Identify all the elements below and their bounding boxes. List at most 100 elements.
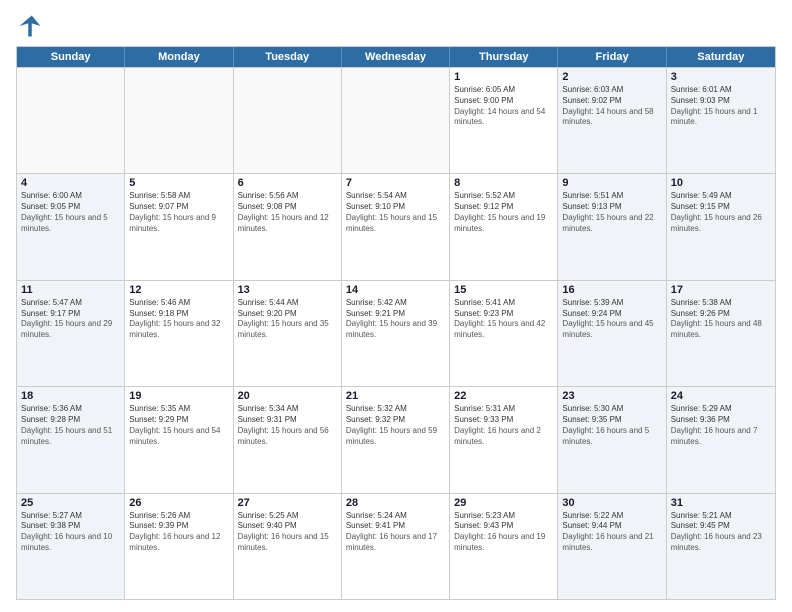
day-number: 5	[129, 177, 228, 189]
weekday-header-wednesday: Wednesday	[342, 47, 450, 67]
calendar-cell-6: 6 Sunrise: 5:56 AMSunset: 9:08 PMDaylight…	[234, 174, 342, 279]
day-number: 4	[21, 177, 120, 189]
calendar-cell-28: 28 Sunrise: 5:24 AMSunset: 9:41 PMDayligh…	[342, 494, 450, 599]
day-number: 30	[562, 497, 661, 509]
day-number: 28	[346, 497, 445, 509]
cell-info: Sunrise: 5:30 AMSunset: 9:35 PMDaylight:…	[562, 404, 661, 447]
day-number: 7	[346, 177, 445, 189]
cell-info: Sunrise: 6:00 AMSunset: 9:05 PMDaylight:…	[21, 191, 120, 234]
calendar-row-4: 18Sunrise: 5:36 AMSunset: 9:28 PMDayligh…	[17, 386, 775, 492]
day-number: 27	[238, 497, 337, 509]
logo	[16, 12, 48, 40]
calendar-cell-14: 14Sunrise: 5:42 AMSunset: 9:21 PMDayligh…	[342, 281, 450, 386]
calendar-row-2: 4 Sunrise: 6:00 AMSunset: 9:05 PMDaylight…	[17, 173, 775, 279]
calendar: SundayMondayTuesdayWednesdayThursdayFrid…	[16, 46, 776, 600]
day-number: 21	[346, 390, 445, 402]
day-number: 15	[454, 284, 553, 296]
cell-info: Sunrise: 5:23 AMSunset: 9:43 PMDaylight:…	[454, 511, 553, 554]
day-number: 2	[562, 71, 661, 83]
calendar-cell-24: 24Sunrise: 5:29 AMSunset: 9:36 PMDayligh…	[667, 387, 775, 492]
weekday-header-monday: Monday	[125, 47, 233, 67]
calendar-cell-4: 4 Sunrise: 6:00 AMSunset: 9:05 PMDaylight…	[17, 174, 125, 279]
day-number: 14	[346, 284, 445, 296]
calendar-cell-22: 22Sunrise: 5:31 AMSunset: 9:33 PMDayligh…	[450, 387, 558, 492]
calendar-cell-5: 5 Sunrise: 5:58 AMSunset: 9:07 PMDaylight…	[125, 174, 233, 279]
cell-info: Sunrise: 5:38 AMSunset: 9:26 PMDaylight:…	[671, 298, 771, 341]
day-number: 6	[238, 177, 337, 189]
calendar-cell-17: 17 Sunrise: 5:38 AMSunset: 9:26 PMDayligh…	[667, 281, 775, 386]
calendar-body: 1 Sunrise: 6:05 AMSunset: 9:00 PMDaylight…	[17, 67, 775, 599]
calendar-cell-21: 21 Sunrise: 5:32 AMSunset: 9:32 PMDayligh…	[342, 387, 450, 492]
calendar-cell-27: 27 Sunrise: 5:25 AMSunset: 9:40 PMDayligh…	[234, 494, 342, 599]
calendar-cell-11: 11 Sunrise: 5:47 AMSunset: 9:17 PMDayligh…	[17, 281, 125, 386]
day-number: 18	[21, 390, 120, 402]
calendar-cell-19: 19 Sunrise: 5:35 AMSunset: 9:29 PMDayligh…	[125, 387, 233, 492]
calendar-row-5: 25 Sunrise: 5:27 AMSunset: 9:38 PMDayligh…	[17, 493, 775, 599]
calendar-row-1: 1 Sunrise: 6:05 AMSunset: 9:00 PMDaylight…	[17, 67, 775, 173]
calendar-cell-12: 12 Sunrise: 5:46 AMSunset: 9:18 PMDayligh…	[125, 281, 233, 386]
calendar-cell-15: 15 Sunrise: 5:41 AMSunset: 9:23 PMDayligh…	[450, 281, 558, 386]
cell-info: Sunrise: 5:58 AMSunset: 9:07 PMDaylight:…	[129, 191, 228, 234]
day-number: 26	[129, 497, 228, 509]
cell-info: Sunrise: 5:47 AMSunset: 9:17 PMDaylight:…	[21, 298, 120, 341]
cell-info: Sunrise: 5:24 AMSunset: 9:41 PMDaylight:…	[346, 511, 445, 554]
calendar-cell-9: 9 Sunrise: 5:51 AMSunset: 9:13 PMDaylight…	[558, 174, 666, 279]
day-number: 16	[562, 284, 661, 296]
calendar-cell-30: 30 Sunrise: 5:22 AMSunset: 9:44 PMDayligh…	[558, 494, 666, 599]
calendar-cell-empty	[125, 68, 233, 173]
day-number: 8	[454, 177, 553, 189]
day-number: 31	[671, 497, 771, 509]
cell-info: Sunrise: 5:26 AMSunset: 9:39 PMDaylight:…	[129, 511, 228, 554]
cell-info: Sunrise: 5:21 AMSunset: 9:45 PMDaylight:…	[671, 511, 771, 554]
cell-info: Sunrise: 5:49 AMSunset: 9:15 PMDaylight:…	[671, 191, 771, 234]
cell-info: Sunrise: 5:32 AMSunset: 9:32 PMDaylight:…	[346, 404, 445, 447]
day-number: 1	[454, 71, 553, 83]
day-number: 19	[129, 390, 228, 402]
day-number: 17	[671, 284, 771, 296]
cell-info: Sunrise: 5:31 AMSunset: 9:33 PMDaylight:…	[454, 404, 553, 447]
cell-info: Sunrise: 6:05 AMSunset: 9:00 PMDaylight:…	[454, 85, 553, 128]
day-number: 20	[238, 390, 337, 402]
cell-info: Sunrise: 5:56 AMSunset: 9:08 PMDaylight:…	[238, 191, 337, 234]
calendar-cell-1: 1 Sunrise: 6:05 AMSunset: 9:00 PMDaylight…	[450, 68, 558, 173]
calendar-cell-empty	[342, 68, 450, 173]
cell-info: Sunrise: 5:54 AMSunset: 9:10 PMDaylight:…	[346, 191, 445, 234]
cell-info: Sunrise: 5:22 AMSunset: 9:44 PMDaylight:…	[562, 511, 661, 554]
cell-info: Sunrise: 5:35 AMSunset: 9:29 PMDaylight:…	[129, 404, 228, 447]
cell-info: Sunrise: 5:52 AMSunset: 9:12 PMDaylight:…	[454, 191, 553, 234]
calendar-cell-7: 7 Sunrise: 5:54 AMSunset: 9:10 PMDaylight…	[342, 174, 450, 279]
calendar-row-3: 11 Sunrise: 5:47 AMSunset: 9:17 PMDayligh…	[17, 280, 775, 386]
calendar-cell-20: 20 Sunrise: 5:34 AMSunset: 9:31 PMDayligh…	[234, 387, 342, 492]
cell-info: Sunrise: 5:34 AMSunset: 9:31 PMDaylight:…	[238, 404, 337, 447]
cell-info: Sunrise: 6:03 AMSunset: 9:02 PMDaylight:…	[562, 85, 661, 128]
calendar-cell-25: 25 Sunrise: 5:27 AMSunset: 9:38 PMDayligh…	[17, 494, 125, 599]
cell-info: Sunrise: 5:51 AMSunset: 9:13 PMDaylight:…	[562, 191, 661, 234]
day-number: 9	[562, 177, 661, 189]
page: SundayMondayTuesdayWednesdayThursdayFrid…	[0, 0, 792, 612]
weekday-header-saturday: Saturday	[667, 47, 775, 67]
weekday-header-friday: Friday	[558, 47, 666, 67]
calendar-cell-8: 8 Sunrise: 5:52 AMSunset: 9:12 PMDaylight…	[450, 174, 558, 279]
day-number: 25	[21, 497, 120, 509]
cell-info: Sunrise: 5:46 AMSunset: 9:18 PMDaylight:…	[129, 298, 228, 341]
day-number: 11	[21, 284, 120, 296]
logo-icon	[16, 12, 44, 40]
calendar-cell-16: 16Sunrise: 5:39 AMSunset: 9:24 PMDayligh…	[558, 281, 666, 386]
calendar-header: SundayMondayTuesdayWednesdayThursdayFrid…	[17, 47, 775, 67]
cell-info: Sunrise: 5:27 AMSunset: 9:38 PMDaylight:…	[21, 511, 120, 554]
weekday-header-tuesday: Tuesday	[234, 47, 342, 67]
calendar-cell-13: 13Sunrise: 5:44 AMSunset: 9:20 PMDayligh…	[234, 281, 342, 386]
day-number: 10	[671, 177, 771, 189]
calendar-cell-26: 26 Sunrise: 5:26 AMSunset: 9:39 PMDayligh…	[125, 494, 233, 599]
day-number: 12	[129, 284, 228, 296]
cell-info: Sunrise: 5:41 AMSunset: 9:23 PMDaylight:…	[454, 298, 553, 341]
weekday-header-sunday: Sunday	[17, 47, 125, 67]
header	[16, 12, 776, 40]
calendar-cell-29: 29Sunrise: 5:23 AMSunset: 9:43 PMDayligh…	[450, 494, 558, 599]
cell-info: Sunrise: 6:01 AMSunset: 9:03 PMDaylight:…	[671, 85, 771, 128]
calendar-cell-10: 10 Sunrise: 5:49 AMSunset: 9:15 PMDayligh…	[667, 174, 775, 279]
calendar-cell-23: 23Sunrise: 5:30 AMSunset: 9:35 PMDayligh…	[558, 387, 666, 492]
calendar-cell-3: 3Sunrise: 6:01 AMSunset: 9:03 PMDaylight…	[667, 68, 775, 173]
cell-info: Sunrise: 5:25 AMSunset: 9:40 PMDaylight:…	[238, 511, 337, 554]
calendar-cell-31: 31 Sunrise: 5:21 AMSunset: 9:45 PMDayligh…	[667, 494, 775, 599]
